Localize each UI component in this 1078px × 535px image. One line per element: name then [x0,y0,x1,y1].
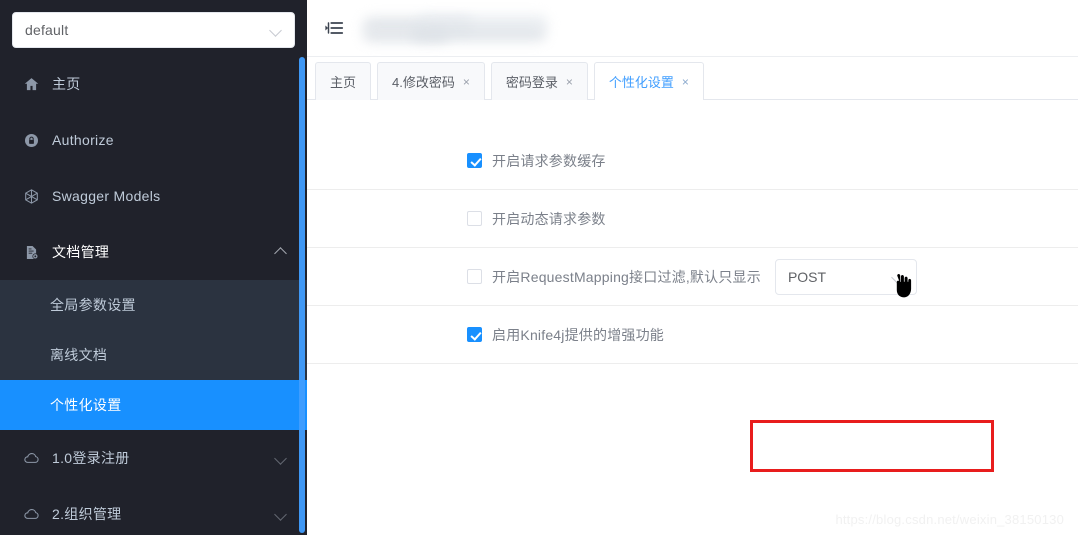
tab-password-login[interactable]: 密码登录 × [490,62,588,100]
sidebar-item-offline-doc[interactable]: 离线文档 [0,330,307,380]
tab-personalization[interactable]: 个性化设置 × [593,62,704,100]
topbar [307,0,1078,56]
cloud-icon [22,505,40,523]
app-title-redacted [363,15,583,42]
chevron-up-icon[interactable] [275,246,287,258]
sidebar-group-org-management-label: 2.组织管理 [52,506,122,522]
setting-row-request-param-cache: 开启请求参数缓存 [307,132,1078,190]
sidebar: default 主页 Authorize Swagger Models 文档管理… [0,0,307,535]
chevron-down-icon[interactable] [275,452,287,464]
setting-label-request-param-cache: 开启请求参数缓存 [492,152,606,169]
sidebar-submenu-document-management: 全局参数设置 离线文档 个性化设置 [0,280,307,430]
checkbox-knife4j-enhancement[interactable] [467,327,482,342]
content-area: 开启请求参数缓存 开启动态请求参数 开启RequestMapping接口过滤,默… [307,100,1078,535]
setting-label-dynamic-request-param: 开启动态请求参数 [492,210,606,227]
sidebar-item-authorize-label: Authorize [52,132,114,148]
service-select-value: default [25,22,69,38]
main-panel: 主页 4.修改密码 × 密码登录 × 个性化设置 × 开启请求参数缓存 开启动态… [307,0,1078,535]
redaction-blob [411,27,546,41]
sidebar-group-document-management-label: 文档管理 [52,244,110,260]
tab-home[interactable]: 主页 [315,62,372,100]
tab-personalization-label: 个性化设置 [608,75,674,90]
sidebar-group-login-register-label: 1.0登录注册 [52,450,130,466]
sidebar-item-swagger-models[interactable]: Swagger Models [0,168,307,224]
setting-row-knife4j-enhancement: 启用Knife4j提供的增强功能 [307,306,1078,364]
sidebar-item-personalization[interactable]: 个性化设置 [0,380,307,430]
sidebar-item-global-params-label: 全局参数设置 [50,297,136,313]
method-select[interactable]: POST [774,258,917,295]
sidebar-item-offline-doc-label: 离线文档 [50,347,108,363]
tab-change-password[interactable]: 4.修改密码 × [377,62,485,100]
watermark: https://blog.csdn.net/weixin_38150130 [835,512,1064,527]
sidebar-item-home-label: 主页 [52,76,81,92]
cube-icon [22,187,40,205]
sidebar-group-login-register[interactable]: 1.0登录注册 [0,430,307,486]
sidebar-item-global-params[interactable]: 全局参数设置 [0,280,307,330]
service-select-container: default [0,0,307,56]
chevron-down-icon [270,24,282,36]
close-icon[interactable]: × [566,76,573,88]
sidebar-item-authorize[interactable]: Authorize [0,112,307,168]
service-select[interactable]: default [12,12,295,48]
checkbox-requestmapping-filter[interactable] [467,269,482,284]
sidebar-group-org-management[interactable]: 2.组织管理 [0,486,307,535]
tab-password-login-label: 密码登录 [505,75,558,90]
document-gear-icon [22,243,40,261]
menu-fold-icon[interactable] [323,17,345,39]
setting-label-knife4j-enhancement: 启用Knife4j提供的增强功能 [492,326,665,343]
sidebar-item-home[interactable]: 主页 [0,56,307,112]
setting-label-requestmapping-filter: 开启RequestMapping接口过滤,默认只显示 [492,268,761,285]
sidebar-scrollbar[interactable] [299,57,305,533]
close-icon[interactable]: × [463,76,470,88]
annotation-highlight-box [750,420,994,472]
tab-change-password-label: 4.修改密码 [392,75,455,90]
chevron-down-icon [892,271,904,283]
home-icon [22,75,40,93]
setting-row-requestmapping-filter: 开启RequestMapping接口过滤,默认只显示 POST [307,248,1078,306]
setting-row-dynamic-request-param: 开启动态请求参数 [307,190,1078,248]
checkbox-request-param-cache[interactable] [467,153,482,168]
sidebar-group-document-management[interactable]: 文档管理 [0,224,307,280]
tab-home-label: 主页 [330,75,357,90]
app-root: default 主页 Authorize Swagger Models 文档管理… [0,0,1078,535]
cloud-icon [22,449,40,467]
chevron-down-icon[interactable] [275,508,287,520]
sidebar-item-swagger-models-label: Swagger Models [52,188,161,204]
sidebar-menu: 主页 Authorize Swagger Models 文档管理 全局参数设置 … [0,56,307,535]
close-icon[interactable]: × [682,76,689,88]
settings-list: 开启请求参数缓存 开启动态请求参数 开启RequestMapping接口过滤,默… [307,100,1078,364]
tab-bar: 主页 4.修改密码 × 密码登录 × 个性化设置 × [307,56,1078,100]
method-select-value: POST [787,268,827,285]
checkbox-dynamic-request-param[interactable] [467,211,482,226]
lock-icon [22,131,40,149]
sidebar-item-personalization-label: 个性化设置 [50,397,122,413]
